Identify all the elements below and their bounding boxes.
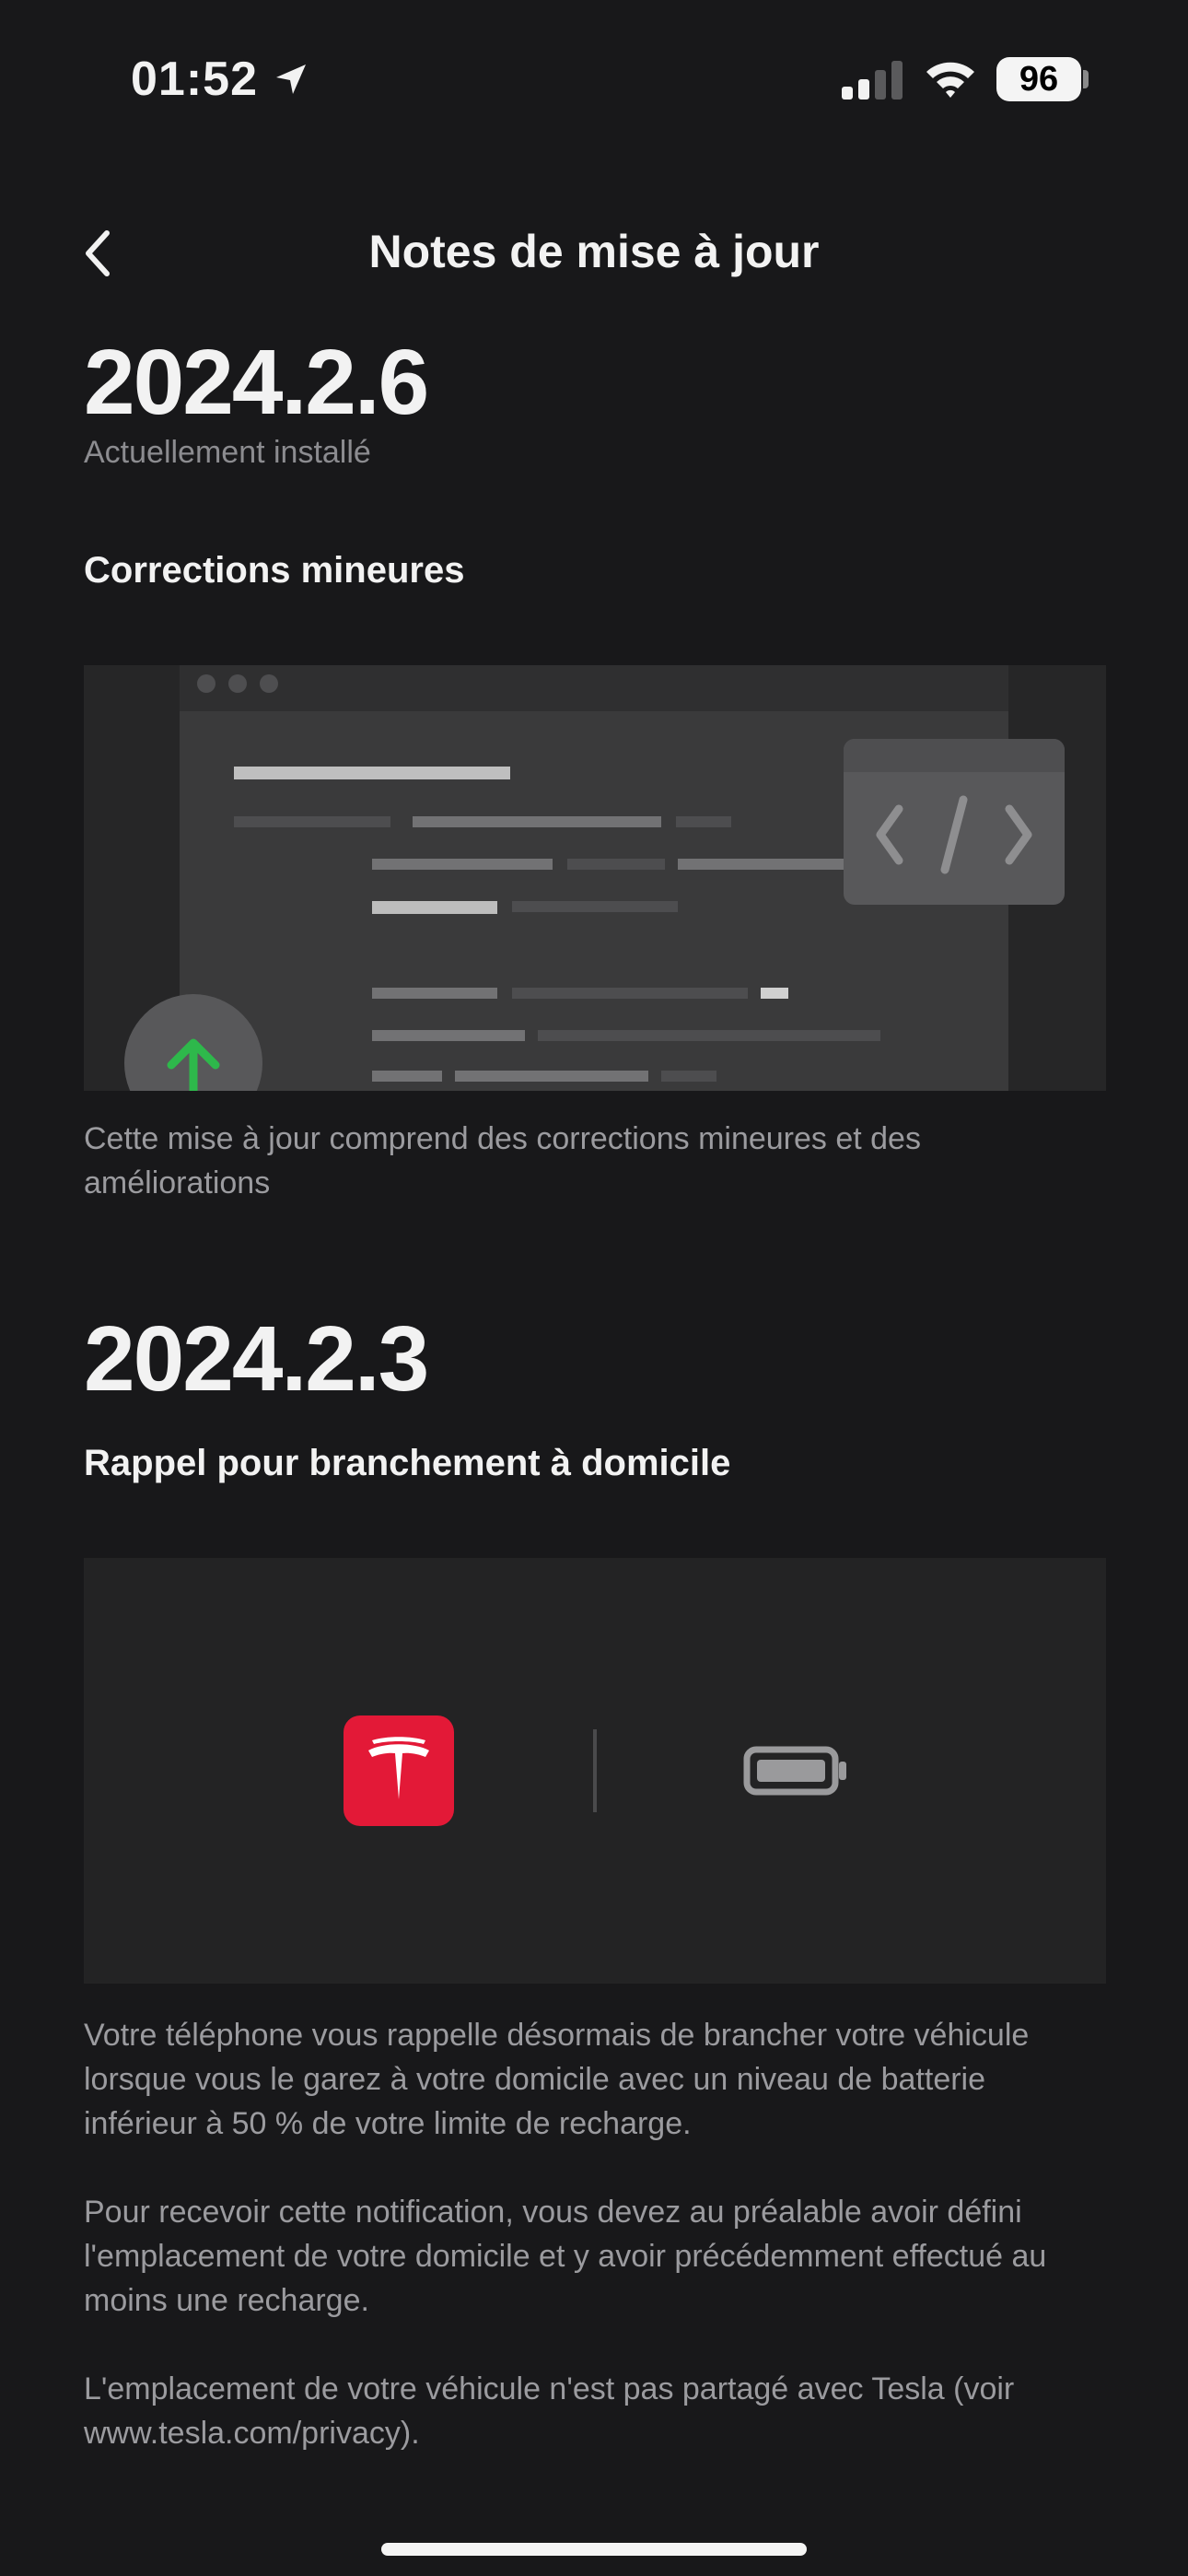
page-title: Notes de mise à jour xyxy=(368,226,820,277)
feature-title: Rappel pour branchement à domicile xyxy=(84,1443,731,1483)
battery-indicator: 96 xyxy=(996,57,1081,101)
cellular-signal-icon xyxy=(842,61,903,104)
status-bar: 01:52 96 xyxy=(0,0,1188,157)
update-description-paragraph: L'emplacement de votre véhicule n'est pa… xyxy=(84,2371,1015,2451)
update-description-paragraph: Pour recevoir cette notification, vous d… xyxy=(84,2195,1047,2318)
status-time: 01:52 xyxy=(131,53,258,106)
update-2024-2-6: 2024.2.6 Actuellement installé Correctio… xyxy=(84,332,1106,1205)
feature-title: Corrections mineures xyxy=(84,550,465,591)
home-charging-reminder-illustration xyxy=(84,1558,1106,1984)
version-number: 2024.2.6 xyxy=(84,331,429,434)
update-2024-2-3: 2024.2.3 Rappel pour branchement à domic… xyxy=(84,1308,1106,2455)
update-description-paragraph: Votre téléphone vous rappelle désormais … xyxy=(84,2018,1030,2141)
release-notes-list: 2024.2.6 Actuellement installé Correctio… xyxy=(84,332,1106,2455)
tesla-app-icon xyxy=(344,1715,454,1826)
installed-status: Actuellement installé xyxy=(84,435,371,470)
software-update-illustration xyxy=(84,665,1106,1091)
nav-header: Notes de mise à jour xyxy=(0,212,1188,295)
version-number: 2024.2.3 xyxy=(84,1307,429,1411)
update-description: Cette mise à jour comprend des correctio… xyxy=(84,1121,921,1200)
location-arrow-icon xyxy=(273,61,309,102)
wifi-icon xyxy=(925,57,976,104)
battery-tip xyxy=(1083,70,1089,88)
home-indicator[interactable] xyxy=(381,2543,807,2556)
